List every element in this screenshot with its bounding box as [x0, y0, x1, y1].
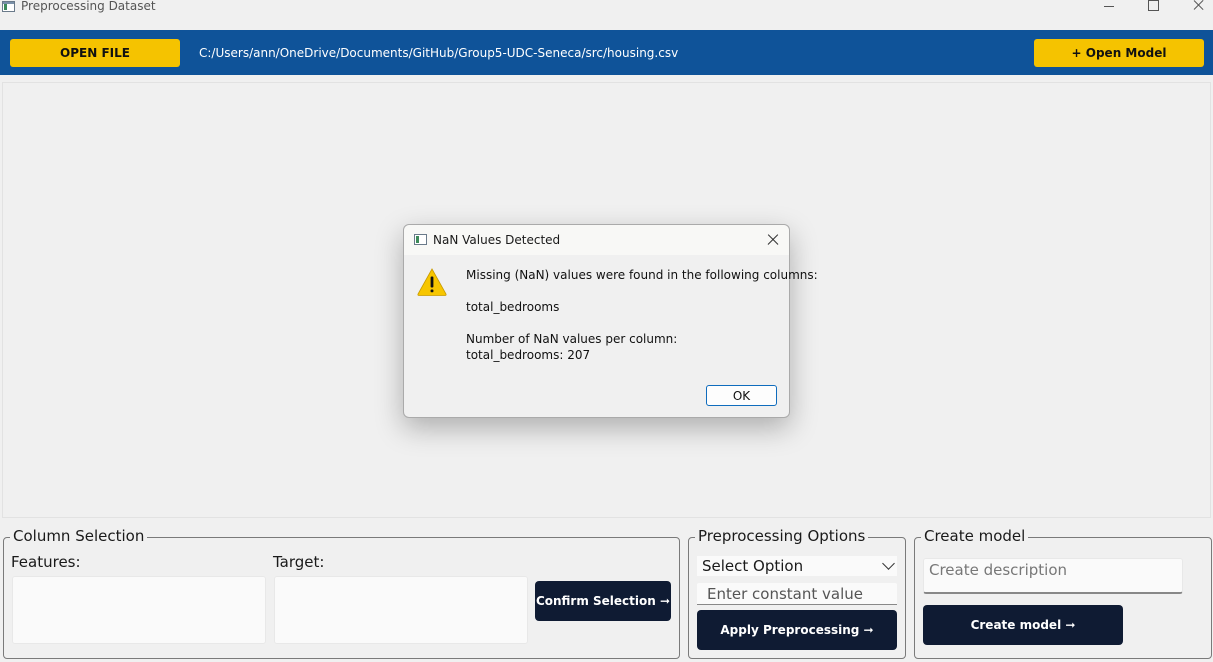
dialog-close-icon[interactable] [766, 233, 780, 247]
window-title: Preprocessing Dataset [21, 0, 156, 13]
nan-count-header: Number of NaN values per column: [466, 332, 678, 346]
dialog-message: Missing (NaN) values were found in the f… [466, 268, 818, 282]
preprocessing-select[interactable]: Select Option [697, 556, 897, 576]
warning-icon [417, 268, 447, 296]
chevron-down-icon [882, 557, 895, 570]
column-selection-group: Column Selection Features: Target: Confi… [3, 527, 680, 659]
description-input[interactable] [923, 558, 1183, 594]
create-model-title: Create model [921, 527, 1029, 545]
preprocessing-options-title: Preprocessing Options [695, 527, 869, 545]
ok-button[interactable]: OK [706, 385, 777, 406]
preprocessing-options-group: Preprocessing Options Select Option Appl… [688, 527, 906, 659]
features-label: Features: [11, 553, 81, 571]
dialog-titlebar: NaN Values Detected [404, 225, 789, 255]
app-icon [2, 1, 15, 12]
open-file-button[interactable]: OPEN FILE [10, 39, 180, 67]
confirm-selection-button[interactable]: Confirm Selection ➞ [535, 581, 671, 621]
file-path-label: C:/Users/ann/OneDrive/Documents/GitHub/G… [199, 46, 679, 60]
open-model-button[interactable]: + Open Model [1034, 39, 1204, 67]
nan-columns-list: total_bedrooms [466, 300, 560, 314]
minimize-button[interactable] [1086, 0, 1132, 12]
dialog-title: NaN Values Detected [433, 233, 561, 247]
nan-values-dialog: NaN Values Detected Missing (NaN) values… [403, 224, 818, 418]
window-titlebar: Preprocessing Dataset [0, 0, 1213, 30]
apply-preprocessing-button[interactable]: Apply Preprocessing ➞ [697, 610, 897, 650]
constant-value-input[interactable] [697, 583, 897, 605]
features-list[interactable] [12, 576, 266, 644]
app-icon [414, 234, 427, 245]
target-label: Target: [273, 553, 325, 571]
target-list[interactable] [274, 576, 528, 644]
create-model-group: Create model Create model ➞ [914, 527, 1212, 659]
close-window-button[interactable] [1176, 0, 1213, 12]
select-value: Select Option [702, 557, 804, 575]
top-toolbar: OPEN FILE C:/Users/ann/OneDrive/Document… [0, 30, 1213, 75]
nan-count-line: total_bedrooms: 207 [466, 348, 591, 362]
column-selection-title: Column Selection [10, 527, 148, 545]
maximize-button[interactable] [1130, 0, 1176, 12]
create-model-button[interactable]: Create model ➞ [923, 605, 1123, 645]
